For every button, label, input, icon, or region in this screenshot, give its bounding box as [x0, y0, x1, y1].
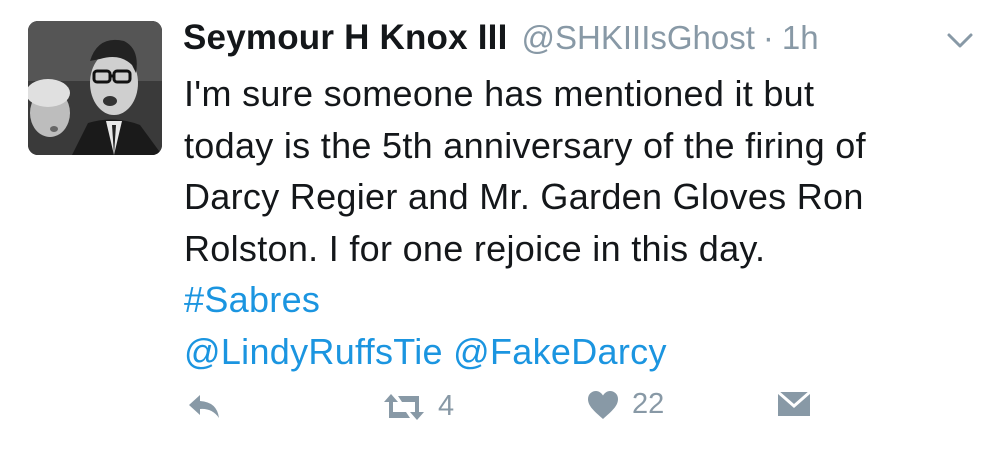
timestamp[interactable]: 1h [782, 19, 819, 57]
reply-button[interactable] [186, 392, 222, 420]
retweet-button[interactable]: 4 [382, 390, 454, 423]
separator-dot: · [762, 19, 774, 56]
tweet-header: Seymour H Knox III @SHKIIIsGhost · 1h [183, 18, 819, 62]
tweet-text: I'm sure someone has mentioned it but to… [184, 68, 984, 377]
username-handle[interactable]: @SHKIIIsGhost [522, 19, 755, 57]
envelope-icon [777, 390, 811, 416]
like-button[interactable]: 22 [586, 388, 664, 421]
mention-link-lindyruffstie[interactable]: @LindyRuffsTie [184, 331, 443, 372]
avatar[interactable] [28, 21, 162, 155]
mention-link-fakedarcy[interactable]: @FakeDarcy [453, 331, 667, 372]
reply-icon [189, 395, 219, 418]
hashtag-link[interactable]: #Sabres [184, 279, 320, 320]
retweet-icon [384, 393, 424, 420]
retweet-count: 4 [438, 390, 455, 422]
avatar-photo [28, 21, 162, 155]
display-name[interactable]: Seymour H Knox III [183, 18, 508, 58]
tweet-text-line: I'm sure someone has mentioned it but [184, 73, 815, 114]
tweet-actions: 4 22 [0, 378, 1000, 434]
tweet[interactable]: Seymour H Knox III @SHKIIIsGhost · 1h I'… [0, 0, 1000, 456]
tweet-text-line: Darcy Regier and Mr. Garden Gloves Ron [184, 176, 864, 217]
tweet-text-line: Rolston. I for one rejoice in this day. [184, 227, 766, 269]
heart-icon [588, 390, 618, 419]
chevron-down-icon[interactable] [946, 32, 974, 50]
direct-message-button[interactable] [776, 390, 812, 418]
like-count: 22 [632, 388, 665, 420]
tweet-text-line: today is the 5th anniversary of the firi… [184, 124, 866, 166]
